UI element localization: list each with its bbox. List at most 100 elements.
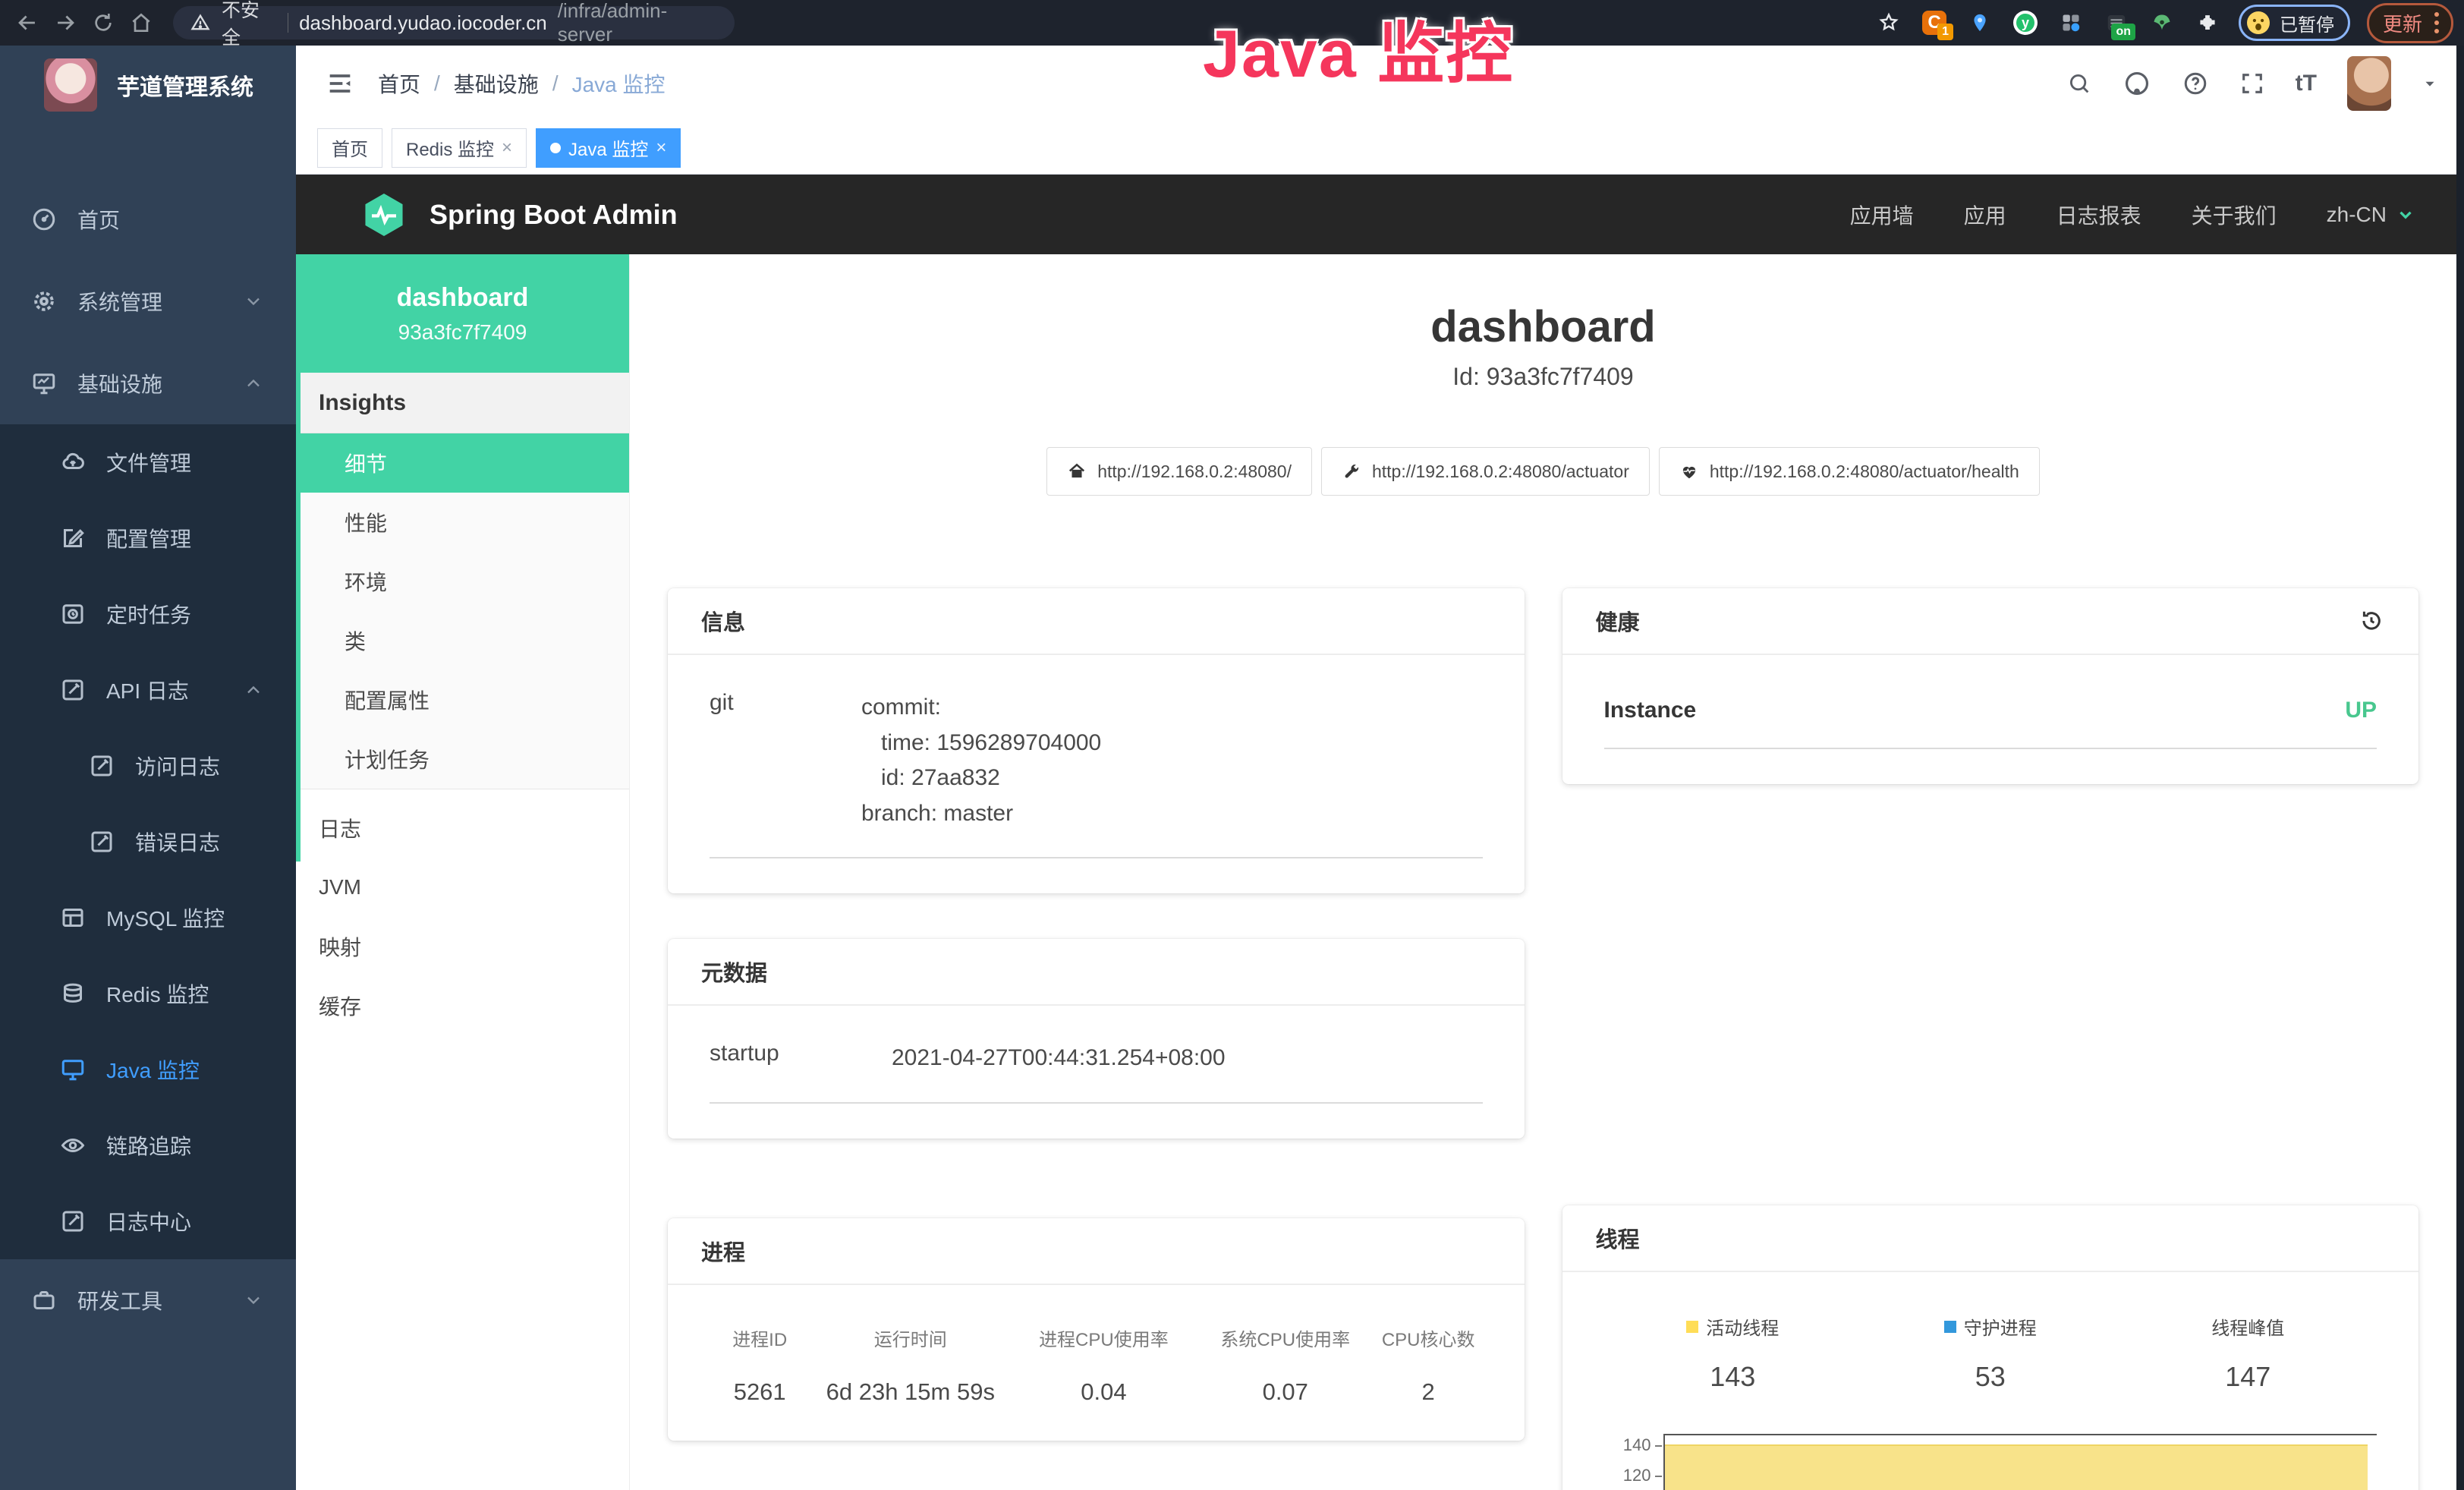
search-icon[interactable]	[2066, 71, 2092, 96]
sba-item-scheduled[interactable]: 计划任务	[296, 729, 629, 789]
sba-brand[interactable]: Spring Boot Admin	[430, 199, 678, 231]
address-bar[interactable]: 不安全 dashboard.yudao.iocoder.cn/infra/adm…	[173, 6, 735, 39]
sba-nav-wallboard[interactable]: 应用墙	[1850, 200, 1914, 230]
sba-item-caches[interactable]: 缓存	[296, 976, 629, 1035]
font-size-icon[interactable]: tT	[2296, 71, 2317, 96]
logo-image	[44, 58, 97, 112]
close-icon[interactable]: ×	[502, 137, 512, 159]
close-icon[interactable]: ×	[656, 137, 666, 159]
sidebar-item-java-monitor[interactable]: Java 监控	[0, 1032, 296, 1107]
extension-icon[interactable]: C 1	[1920, 8, 1949, 37]
sba-item-logs[interactable]: 日志	[296, 799, 629, 858]
app-logo[interactable]: 芋道管理系统	[0, 46, 296, 124]
github-icon[interactable]	[2123, 69, 2151, 98]
browser-menu-icon[interactable]	[2431, 11, 2442, 35]
card-title: 信息	[668, 588, 1525, 655]
sba-item-metrics[interactable]: 性能	[296, 493, 629, 552]
extension-icon[interactable]: on	[2102, 8, 2131, 37]
spring-boot-admin-logo	[360, 191, 408, 239]
sidebar-item-dev-tools[interactable]: 研发工具	[0, 1259, 296, 1341]
tab-redis-monitor[interactable]: Redis 监控 ×	[392, 128, 527, 168]
extension-icon[interactable]	[2056, 8, 2085, 37]
browser-toolbar-right: C 1 y on	[1874, 3, 2453, 43]
sidebar-item-access-log[interactable]: 访问日志	[0, 728, 296, 804]
monitor-icon	[30, 370, 58, 397]
instance-header[interactable]: dashboard 93a3fc7f7409	[296, 254, 629, 373]
menu-toggle-icon[interactable]	[325, 68, 355, 99]
heartbeat-icon	[1679, 461, 1699, 481]
stat-value: 143	[1604, 1361, 1862, 1393]
extension-icon[interactable]: y	[2011, 8, 2040, 37]
back-icon[interactable]	[11, 6, 44, 39]
sba-nav-applications[interactable]: 应用	[1964, 200, 2006, 230]
redis-layers-icon	[59, 980, 87, 1007]
breadcrumb-item[interactable]: 首页	[378, 68, 420, 99]
browser-profile-chip[interactable]: 已暂停	[2239, 5, 2350, 41]
tab-java-monitor[interactable]: Java 监控 ×	[536, 128, 681, 168]
extension-icon[interactable]	[1965, 8, 1994, 37]
sidebar-item-trace[interactable]: 链路追踪	[0, 1107, 296, 1183]
extensions-puzzle-icon[interactable]	[2193, 8, 2222, 37]
java-monitor-icon	[59, 1056, 87, 1083]
card-title: 进程	[668, 1218, 1525, 1285]
tag-view-bar: 首页 Redis 监控 × Java 监控 ×	[296, 121, 2464, 175]
chevron-down-icon[interactable]	[2422, 75, 2438, 92]
forward-icon[interactable]	[49, 6, 82, 39]
help-icon[interactable]	[2182, 70, 2209, 97]
home-icon	[1067, 461, 1087, 481]
log-icon	[88, 752, 115, 780]
admin-header: 首页 / 基础设施 / Java 监控 tT	[296, 46, 2464, 121]
service-url-button[interactable]: http://192.168.0.2:48080/	[1046, 447, 1312, 496]
sidebar-item-home[interactable]: 首页	[0, 178, 296, 260]
sidebar-item-error-log[interactable]: 错误日志	[0, 804, 296, 880]
sba-item-env[interactable]: 环境	[296, 552, 629, 611]
wrench-icon	[1342, 461, 1361, 481]
user-avatar[interactable]	[2347, 56, 2391, 111]
history-icon[interactable]	[2358, 607, 2385, 635]
git-id-line: id: 27aa832	[861, 761, 1101, 796]
column-header: 系统CPU使用率	[1197, 1325, 1374, 1351]
service-url: http://192.168.0.2:48080/	[1097, 461, 1292, 482]
sidebar-item-job[interactable]: 定时任务	[0, 576, 296, 652]
status-badge: UP	[2345, 698, 2377, 723]
extension-icon[interactable]	[2148, 8, 2176, 37]
sidebar-item-file-manage[interactable]: 文件管理	[0, 424, 296, 500]
breadcrumb-item[interactable]: 基础设施	[454, 68, 539, 99]
sidebar-item-api-log[interactable]: API 日志	[0, 652, 296, 728]
log-icon	[88, 828, 115, 855]
browser-scrollbar[interactable]	[2456, 46, 2464, 1490]
eye-icon	[59, 1132, 87, 1159]
sba-item-mappings[interactable]: 映射	[296, 917, 629, 976]
sidebar-item-label: 日志中心	[106, 1206, 191, 1236]
cards-area: 信息 git commit: time: 1596289704000 id: 2…	[668, 588, 2418, 1490]
sidebar-item-system[interactable]: 系统管理	[0, 260, 296, 342]
sidebar-item-mysql-monitor[interactable]: MySQL 监控	[0, 880, 296, 956]
sba-item-configprops[interactable]: 配置属性	[296, 670, 629, 729]
language-selector[interactable]: zh-CN	[2327, 203, 2415, 227]
sidebar-item-infra[interactable]: 基础设施	[0, 342, 296, 424]
sidebar-item-label: 访问日志	[135, 751, 220, 781]
table-row[interactable]: Instance UP	[1604, 698, 2377, 749]
sba-item-jvm[interactable]: JVM	[296, 858, 629, 917]
sidebar-item-redis-monitor[interactable]: Redis 监控	[0, 956, 296, 1032]
actuator-url-button[interactable]: http://192.168.0.2:48080/actuator	[1321, 447, 1650, 496]
fullscreen-icon[interactable]	[2239, 71, 2265, 96]
sidebar-item-log-center[interactable]: 日志中心	[0, 1183, 296, 1259]
reload-icon[interactable]	[87, 6, 120, 39]
sba-item-details[interactable]: 细节	[296, 433, 629, 493]
health-url: http://192.168.0.2:48080/actuator/health	[1710, 461, 2019, 482]
bookmark-star-icon[interactable]	[1874, 8, 1903, 37]
sba-nav-journal[interactable]: 日志报表	[2056, 200, 2141, 230]
emoji-avatar	[2245, 9, 2272, 36]
legend-swatch-blue	[1944, 1321, 1956, 1333]
sba-nav-about[interactable]: 关于我们	[2192, 200, 2277, 230]
tab-home[interactable]: 首页	[317, 128, 382, 168]
sba-item-classes[interactable]: 类	[296, 611, 629, 670]
live-threads-area	[1665, 1444, 2368, 1490]
update-button[interactable]: 更新	[2367, 3, 2453, 43]
health-url-button[interactable]: http://192.168.0.2:48080/actuator/health	[1659, 447, 2040, 496]
home-icon[interactable]	[124, 6, 158, 39]
column-header: 运行时间	[810, 1325, 1011, 1351]
sba-navbar: Spring Boot Admin 应用墙 应用 日志报表 关于我们 zh-CN	[296, 175, 2464, 254]
sidebar-item-config-manage[interactable]: 配置管理	[0, 500, 296, 576]
